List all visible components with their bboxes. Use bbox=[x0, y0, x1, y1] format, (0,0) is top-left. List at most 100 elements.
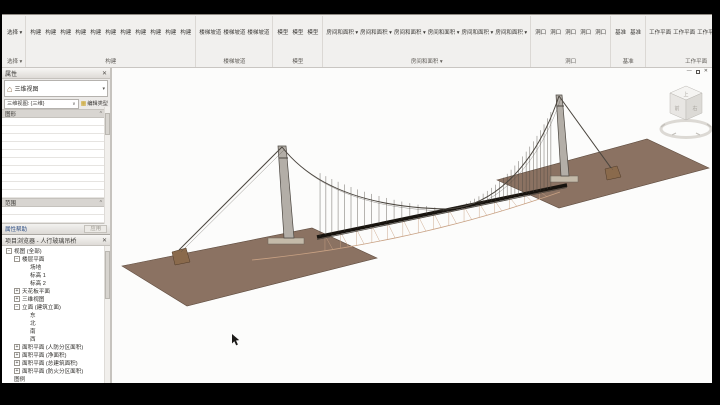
tree-expander[interactable]: + bbox=[14, 368, 20, 374]
tree-item[interactable]: + 三维视图 bbox=[4, 295, 104, 303]
viewport-3d[interactable]: — ✕ bbox=[112, 68, 712, 383]
cube-face-front[interactable]: 前 bbox=[674, 105, 679, 112]
ribbon-button[interactable]: 构建 bbox=[178, 16, 193, 41]
ribbon-button-label: 楼梯坡道 bbox=[199, 30, 221, 36]
tree-expander[interactable]: + bbox=[14, 360, 20, 366]
ribbon-button[interactable]: 工作平面 bbox=[672, 16, 696, 41]
ribbon-group: 洞口 洞口 洞口 洞口 bbox=[531, 16, 611, 67]
property-row[interactable] bbox=[2, 190, 105, 198]
property-row[interactable] bbox=[2, 207, 105, 215]
property-row[interactable] bbox=[2, 118, 105, 126]
browser-scrollbar[interactable] bbox=[104, 246, 110, 383]
tree-item[interactable]: − 立面 (建筑立面) bbox=[4, 303, 104, 311]
apply-button[interactable]: 应用 bbox=[84, 225, 107, 233]
ribbon-button[interactable]: 构建 bbox=[118, 16, 133, 41]
tree-item[interactable]: 东 bbox=[4, 311, 104, 319]
cube-face-top[interactable]: 上 bbox=[683, 91, 688, 98]
close-icon[interactable]: ✕ bbox=[102, 70, 107, 77]
close-icon[interactable]: ✕ bbox=[102, 237, 107, 244]
ribbon-button[interactable]: 房间和面积 ▾ bbox=[427, 16, 461, 41]
ribbon-button[interactable]: 洞口 bbox=[533, 16, 548, 41]
project-browser-panel: 项目浏览器 - 人行玻璃吊桥 ✕ − 视图 (全部) − 楼层平面 场地 bbox=[2, 234, 110, 383]
ribbon-group: 选择 ▾ 选择 ▾ bbox=[4, 16, 26, 67]
tree-expander[interactable]: + bbox=[14, 288, 20, 294]
property-row[interactable] bbox=[2, 142, 105, 150]
tree-expander[interactable]: − bbox=[14, 256, 20, 262]
tree-item[interactable]: 标高 1 bbox=[4, 271, 104, 279]
property-row[interactable] bbox=[2, 126, 105, 134]
ribbon-button[interactable]: 构建 bbox=[58, 16, 73, 41]
ribbon-button[interactable]: 楼梯坡道 bbox=[222, 16, 246, 41]
property-row[interactable] bbox=[2, 134, 105, 142]
ribbon-button[interactable]: 房间和面积 ▾ bbox=[325, 16, 359, 41]
ribbon-button[interactable]: 模型 bbox=[290, 16, 305, 41]
ribbon-button[interactable]: 构建 bbox=[148, 16, 163, 41]
ribbon-button[interactable]: 工作平面 bbox=[696, 16, 712, 41]
minimize-icon[interactable]: — bbox=[687, 69, 692, 74]
tree-item[interactable]: 北 bbox=[4, 319, 104, 327]
tree-item[interactable]: + 面积平面 (净面积) bbox=[4, 351, 104, 359]
properties-scrollbar[interactable] bbox=[104, 107, 110, 224]
tree-expander[interactable]: + bbox=[14, 344, 20, 350]
close-icon[interactable]: ✕ bbox=[704, 69, 708, 74]
ribbon-button[interactable]: 构建 bbox=[163, 16, 178, 41]
property-row[interactable] bbox=[2, 158, 105, 166]
tree-item[interactable]: − 视图 (全部) bbox=[4, 247, 104, 255]
tree-item[interactable]: 西 bbox=[4, 335, 104, 343]
ribbon-button[interactable]: 洞口 bbox=[593, 16, 608, 41]
ribbon-button[interactable]: 洞口 bbox=[578, 16, 593, 41]
ribbon-button-label: 构建 bbox=[75, 30, 86, 36]
properties-help-link[interactable]: 属性帮助 bbox=[5, 225, 27, 233]
ribbon-button[interactable]: 房间和面积 ▾ bbox=[359, 16, 393, 41]
ribbon-button[interactable]: 构建 bbox=[133, 16, 148, 41]
ribbon-button[interactable]: 楼梯坡道 bbox=[246, 16, 270, 41]
ribbon-button[interactable]: 模型 bbox=[305, 16, 320, 41]
ribbon-button[interactable]: 楼梯坡道 bbox=[198, 16, 222, 41]
ribbon-button-label: 构建 bbox=[30, 30, 41, 36]
ribbon-button[interactable]: 房间和面积 ▾ bbox=[393, 16, 427, 41]
ribbon-button[interactable]: 选择 ▾ bbox=[6, 16, 23, 41]
tree-expander[interactable]: − bbox=[6, 248, 12, 254]
property-row[interactable] bbox=[2, 150, 105, 158]
ribbon-button[interactable]: 模型 bbox=[275, 16, 290, 41]
tree-expander[interactable]: − bbox=[14, 304, 20, 310]
ribbon-button-label: 房间和面积 ▾ bbox=[428, 30, 460, 36]
tree-item[interactable]: 标高 2 bbox=[4, 279, 104, 287]
instance-filter-combo[interactable]: 三维视图: {三维} ∨ bbox=[4, 99, 79, 109]
ribbon-button[interactable]: 房间和面积 ▾ bbox=[461, 16, 495, 41]
tree-item-label: 面积平面 (净面积) bbox=[22, 351, 66, 359]
model-canvas[interactable]: 上 前 右 bbox=[112, 68, 712, 383]
property-row[interactable] bbox=[2, 182, 105, 190]
ribbon-button[interactable]: 洞口 bbox=[563, 16, 578, 41]
ribbon-button[interactable]: 洞口 bbox=[548, 16, 563, 41]
ribbon-button[interactable]: 基准 bbox=[628, 16, 643, 41]
property-row[interactable] bbox=[2, 166, 105, 174]
type-selector[interactable]: ⌂ 三维视图 ▾ bbox=[4, 80, 108, 97]
ribbon-button[interactable]: 工作平面 bbox=[648, 16, 672, 41]
ribbon-button[interactable]: 构建 bbox=[43, 16, 58, 41]
section-header[interactable]: 范围 ^ bbox=[2, 198, 105, 207]
tree-item[interactable]: + 面积平面 (防火分区面积) bbox=[4, 367, 104, 375]
edit-type-button[interactable]: ▦ 编辑类型 bbox=[81, 100, 108, 107]
ribbon-button[interactable]: 基准 bbox=[613, 16, 628, 41]
restore-icon[interactable] bbox=[696, 70, 700, 74]
property-row[interactable] bbox=[2, 215, 105, 223]
tree-item[interactable]: − 楼层平面 bbox=[4, 255, 104, 263]
tree-item[interactable]: + 天花板平面 bbox=[4, 287, 104, 295]
tree-expander[interactable]: + bbox=[14, 296, 20, 302]
view-cube[interactable]: 上 前 右 bbox=[661, 86, 711, 138]
tree-item[interactable]: + 面积平面 (总建筑面积) bbox=[4, 359, 104, 367]
tree-item[interactable]: 场地 bbox=[4, 263, 104, 271]
ribbon-button[interactable]: 构建 bbox=[28, 16, 43, 41]
tree-item[interactable]: + 面积平面 (人防分区面积) bbox=[4, 343, 104, 351]
section-header[interactable]: 图形 ^ bbox=[2, 109, 105, 118]
cube-face-right[interactable]: 右 bbox=[692, 105, 697, 112]
tree-item[interactable]: 图例 bbox=[4, 375, 104, 383]
tree-expander[interactable]: + bbox=[14, 352, 20, 358]
ribbon-button[interactable]: 房间和面积 ▾ bbox=[494, 16, 528, 41]
ribbon-button[interactable]: 构建 bbox=[88, 16, 103, 41]
tree-item[interactable]: 南 bbox=[4, 327, 104, 335]
ribbon-button[interactable]: 构建 bbox=[73, 16, 88, 41]
property-row[interactable] bbox=[2, 174, 105, 182]
ribbon-button[interactable]: 构建 bbox=[103, 16, 118, 41]
